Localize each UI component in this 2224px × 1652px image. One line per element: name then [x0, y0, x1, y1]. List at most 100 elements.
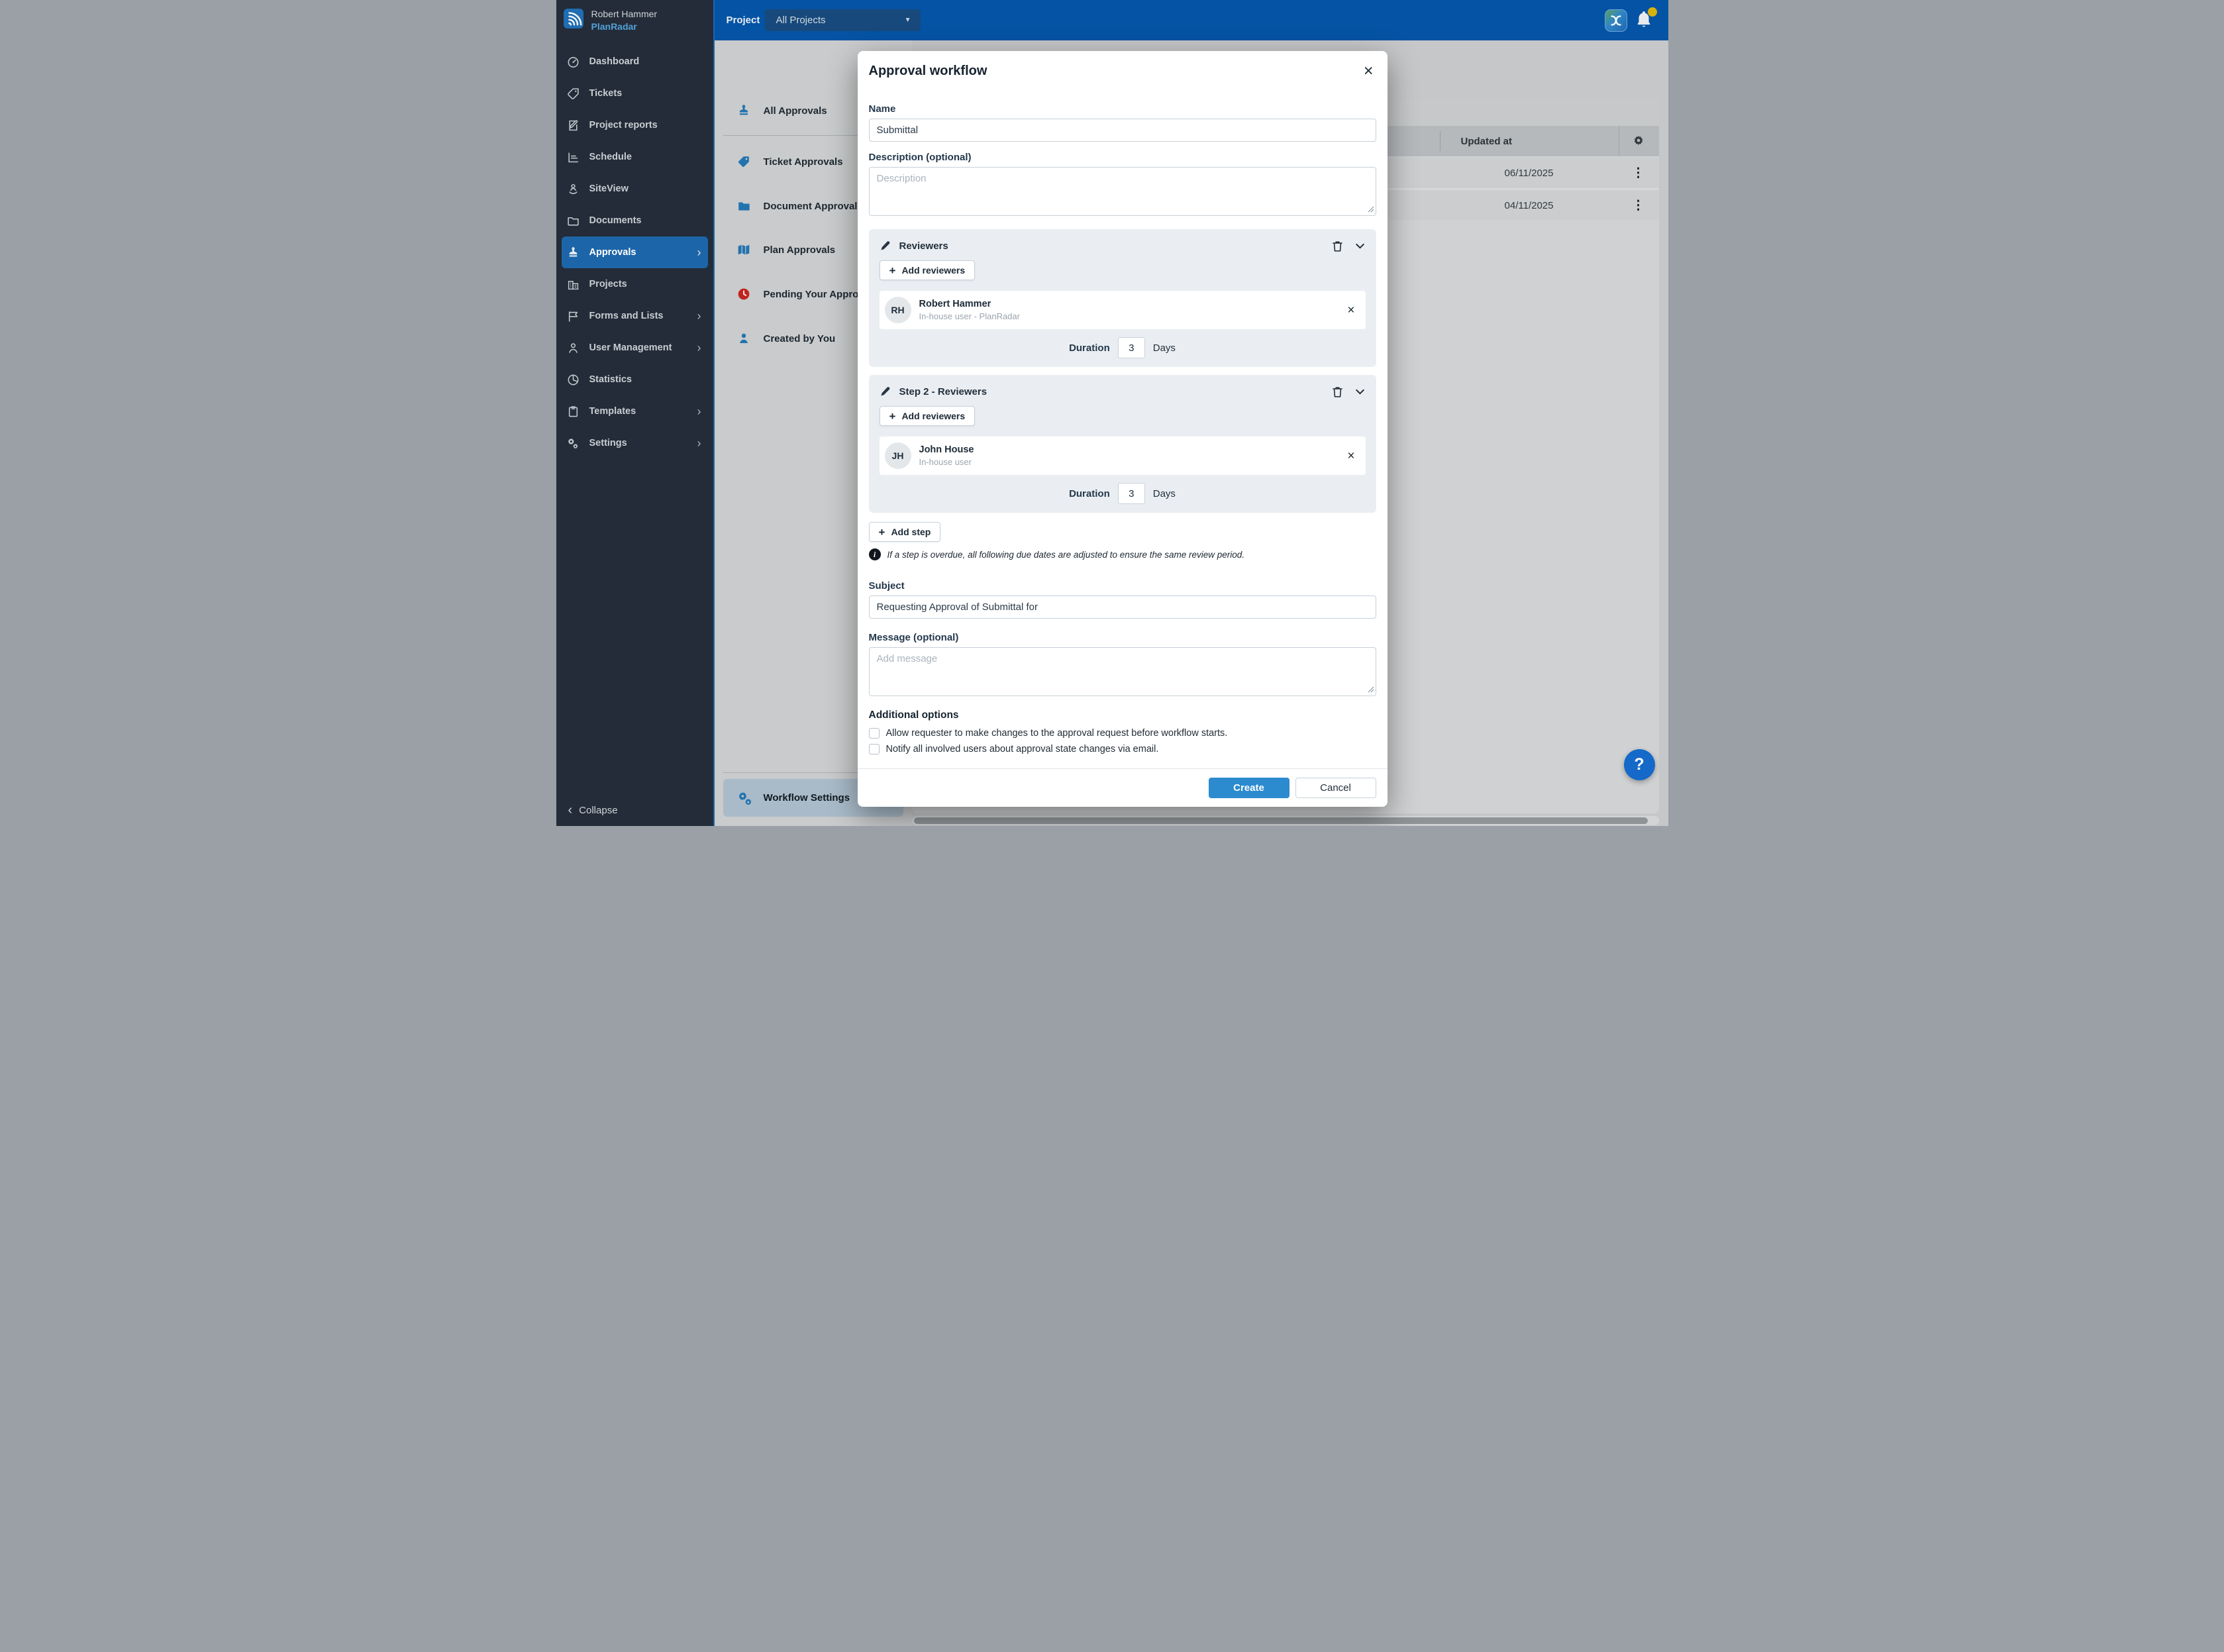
chevron-right-icon: ›	[697, 342, 701, 354]
brand-name: PlanRadar	[591, 21, 658, 32]
main-sidebar: Robert Hammer PlanRadar Dashboard Ticket…	[556, 0, 715, 826]
close-icon[interactable]: ×	[1361, 62, 1376, 81]
project-dropdown-value: All Projects	[776, 15, 905, 26]
schedule-icon	[567, 151, 580, 164]
chevron-left-icon: ‹	[568, 803, 573, 817]
folder-icon	[567, 215, 580, 227]
updated-at-cell: 06/11/2025	[1440, 158, 1619, 188]
chevron-down-icon[interactable]	[1354, 386, 1366, 397]
chevron-right-icon: ›	[697, 405, 701, 417]
sidebar-item-statistics[interactable]: Statistics	[556, 364, 713, 395]
map-icon	[737, 243, 750, 256]
description-textarea[interactable]	[869, 167, 1376, 216]
table-settings-gear-icon[interactable]	[1632, 134, 1645, 148]
gears-icon	[567, 437, 580, 450]
report-icon	[567, 119, 580, 132]
reviewer-subtitle: In-house user	[919, 457, 974, 467]
sidebar-item-schedule[interactable]: Schedule	[556, 141, 713, 173]
add-reviewers-button[interactable]: + Add reviewers	[880, 260, 976, 280]
workflow-gears-icon	[737, 790, 753, 806]
project-label: Project	[727, 0, 760, 40]
avatar: RH	[885, 297, 911, 323]
main-nav: Dashboard Tickets Project reports Schedu…	[556, 46, 713, 459]
reviewer-card: JH John House In-house user ×	[880, 437, 1366, 475]
row-menu-kebab-icon[interactable]: ⋮	[1632, 190, 1645, 221]
chevron-right-icon: ›	[697, 437, 701, 449]
plus-icon: +	[889, 411, 896, 422]
edit-pencil-icon[interactable]	[880, 386, 891, 397]
sidebar-item-templates[interactable]: Templates ›	[556, 395, 713, 427]
sidebar-item-project-reports[interactable]: Project reports	[556, 109, 713, 141]
add-reviewers-button[interactable]: + Add reviewers	[880, 406, 976, 426]
person-icon	[737, 332, 750, 345]
person-icon	[567, 342, 580, 354]
question-mark-icon: ?	[1634, 755, 1644, 774]
sidebar-item-approvals[interactable]: Approvals ›	[562, 236, 708, 268]
modal-footer: Create Cancel	[858, 768, 1388, 807]
add-step-button[interactable]: + Add step	[869, 522, 941, 542]
connect-icon	[1609, 13, 1623, 28]
user-name: Robert Hammer	[591, 9, 658, 19]
app-switcher-button[interactable]	[1605, 9, 1627, 32]
horizontal-scrollbar-thumb[interactable]	[914, 817, 1648, 824]
help-button[interactable]: ?	[1624, 749, 1655, 780]
subject-label: Subject	[869, 580, 1376, 592]
subject-input[interactable]	[869, 595, 1376, 619]
create-button[interactable]: Create	[1209, 778, 1289, 798]
sidebar-item-siteview[interactable]: SiteView	[556, 173, 713, 205]
message-label: Message (optional)	[869, 632, 1376, 643]
caret-down-icon: ▼	[905, 17, 911, 24]
sidebar-item-tickets[interactable]: Tickets	[556, 77, 713, 109]
duration-input[interactable]	[1118, 337, 1145, 358]
sidebar-item-documents[interactable]: Documents	[556, 205, 713, 236]
sidebar-item-dashboard[interactable]: Dashboard	[556, 46, 713, 77]
collapse-sidebar-button[interactable]: ‹ Collapse	[568, 803, 618, 817]
top-bar: Project All Projects ▼	[715, 0, 1668, 40]
reviewer-subtitle: In-house user - PlanRadar	[919, 311, 1020, 321]
duration-input[interactable]	[1118, 483, 1145, 504]
remove-reviewer-icon[interactable]: ×	[1347, 304, 1354, 317]
trash-icon[interactable]	[1331, 240, 1344, 252]
cancel-button[interactable]: Cancel	[1295, 778, 1376, 798]
notify-users-option[interactable]: Notify all involved users about approval…	[869, 744, 1376, 754]
checkbox[interactable]	[869, 728, 880, 739]
info-note: If a step is overdue, all following due …	[887, 550, 1245, 560]
clipboard-icon	[567, 405, 580, 418]
tag-icon	[737, 155, 750, 168]
clock-icon	[737, 287, 750, 301]
updated-at-cell: 04/11/2025	[1440, 190, 1619, 221]
planradar-logo	[564, 9, 583, 28]
planradar-app: Project All Projects ▼	[556, 0, 1668, 826]
description-label: Description (optional)	[869, 152, 1376, 163]
duration-unit: Days	[1153, 342, 1176, 354]
chevron-right-icon: ›	[697, 246, 701, 258]
updated-at-header[interactable]: Updated at	[1461, 126, 1513, 156]
workflow-step-1: Reviewers + Add reviewers RH Robert Hamm…	[869, 229, 1376, 367]
allow-changes-option[interactable]: Allow requester to make changes to the a…	[869, 728, 1376, 739]
edit-pencil-icon[interactable]	[880, 240, 891, 252]
tag-icon	[567, 87, 580, 100]
info-icon: i	[869, 548, 881, 560]
sidebar-item-projects[interactable]: Projects	[556, 268, 713, 300]
message-textarea[interactable]	[869, 647, 1376, 696]
avatar: JH	[885, 442, 911, 469]
project-dropdown[interactable]: All Projects ▼	[765, 9, 921, 31]
trash-icon[interactable]	[1331, 386, 1344, 398]
checkbox[interactable]	[869, 744, 880, 754]
chevron-down-icon[interactable]	[1354, 240, 1366, 252]
pie-chart-icon	[567, 374, 580, 386]
sidebar-item-settings[interactable]: Settings ›	[556, 427, 713, 459]
approval-workflow-modal: Approval workflow × Name Description (op…	[858, 51, 1388, 807]
sidebar-item-user-management[interactable]: User Management ›	[556, 332, 713, 364]
additional-options-label: Additional options	[869, 709, 1376, 721]
duration-unit: Days	[1153, 488, 1176, 499]
workflow-step-2: Step 2 - Reviewers + Add reviewers JH Jo…	[869, 375, 1376, 513]
account-block[interactable]: Robert Hammer PlanRadar	[564, 9, 658, 32]
horizontal-scrollbar-track[interactable]	[912, 816, 1659, 825]
notifications-button[interactable]	[1635, 10, 1655, 31]
remove-reviewer-icon[interactable]: ×	[1347, 450, 1354, 462]
name-input[interactable]	[869, 119, 1376, 142]
notification-badge	[1648, 7, 1657, 17]
sidebar-item-forms-and-lists[interactable]: Forms and Lists ›	[556, 300, 713, 332]
row-menu-kebab-icon[interactable]: ⋮	[1632, 158, 1645, 188]
